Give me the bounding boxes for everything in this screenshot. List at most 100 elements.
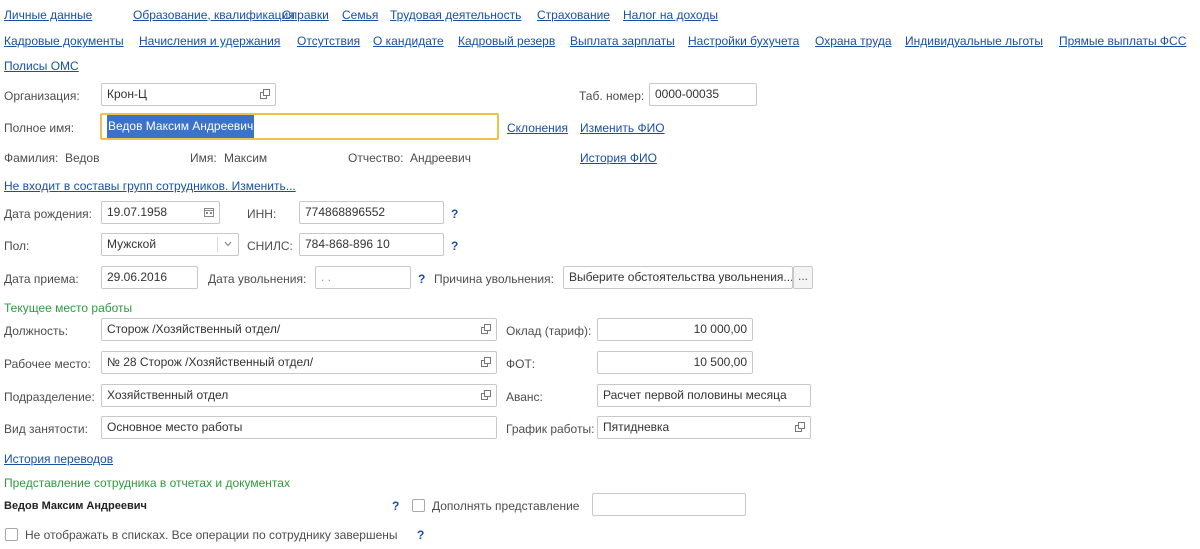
advance-field[interactable]: Расчет первой половины месяца	[597, 384, 811, 407]
dismiss-reason-value: Выберите обстоятельства увольнения...	[569, 270, 793, 284]
dismiss-reason-field[interactable]: Выберите обстоятельства увольнения...	[563, 266, 793, 289]
employment-type-value: Основное место работы	[107, 420, 243, 434]
birth-date-label: Дата рождения:	[4, 207, 92, 221]
calendar-icon[interactable]	[201, 203, 217, 222]
surname-label: Фамилия:	[4, 151, 59, 165]
hire-date-field[interactable]: 29.06.2016	[101, 266, 198, 289]
inn-help-icon[interactable]: ?	[451, 207, 458, 221]
open-form-icon[interactable]	[478, 353, 494, 372]
supplement-label: Дополнять представление	[432, 499, 580, 513]
salary-label: Оклад (тариф):	[506, 324, 592, 338]
nav-link-family[interactable]: Семья	[342, 8, 378, 22]
open-form-icon[interactable]	[478, 386, 494, 405]
fot-label: ФОТ:	[506, 357, 536, 371]
nav-link-absences[interactable]: Отсутствия	[297, 34, 360, 48]
schedule-value: Пятидневка	[603, 420, 670, 434]
department-label: Подразделение:	[4, 390, 95, 404]
hide-in-lists-label: Не отображать в списках. Все операции по…	[25, 528, 398, 542]
nav-link-reserve[interactable]: Кадровый резерв	[458, 34, 555, 48]
current-workplace-section-title: Текущее место работы	[4, 301, 133, 315]
employee-groups-link[interactable]: Не входит в составы групп сотрудников. И…	[4, 179, 296, 193]
nav-link-fss-payments[interactable]: Прямые выплаты ФСС	[1059, 34, 1186, 48]
position-value: Сторож /Хозяйственный отдел/	[107, 322, 281, 336]
tab-number-label: Таб. номер:	[579, 89, 645, 103]
organization-value: Крон-Ц	[107, 87, 147, 101]
tab-number-field[interactable]: 0000-00035	[649, 83, 757, 106]
fullname-label: Полное имя:	[4, 121, 75, 135]
fot-value: 10 500,00	[693, 355, 747, 369]
salary-field[interactable]: 10 000,00	[597, 318, 753, 341]
inn-field[interactable]: 774868896552	[299, 201, 444, 224]
department-field[interactable]: Хозяйственный отдел	[101, 384, 497, 407]
workplace-label: Рабочее место:	[4, 357, 91, 371]
tab-number-value: 0000-00035	[655, 87, 720, 101]
nav-link-labor-protection[interactable]: Охрана труда	[815, 34, 892, 48]
fullname-value: Ведов Максим Андреевич	[107, 115, 255, 138]
nav-link-oms-policies[interactable]: Полисы ОМС	[4, 59, 79, 73]
snils-help-icon[interactable]: ?	[451, 239, 458, 253]
workplace-field[interactable]: № 28 Сторож /Хозяйственный отдел/	[101, 351, 497, 374]
representation-name: Ведов Максим Андреевич	[4, 500, 147, 512]
dropdown-arrow-icon[interactable]	[220, 235, 236, 254]
inn-value: 774868896552	[305, 205, 386, 219]
snils-field[interactable]: 784-868-896 10	[299, 233, 444, 256]
declension-link[interactable]: Склонения	[507, 121, 568, 135]
dismiss-help-icon[interactable]: ?	[418, 272, 425, 286]
schedule-field[interactable]: Пятидневка	[597, 416, 811, 439]
hide-in-lists-checkbox[interactable]	[5, 528, 18, 541]
dismiss-reason-label: Причина увольнения:	[434, 272, 554, 286]
nav-link-salary-payment[interactable]: Выплата зарплаты	[570, 34, 675, 48]
organization-field[interactable]: Крон-Ц	[101, 83, 276, 106]
gender-select[interactable]: Мужской	[101, 233, 239, 256]
open-form-icon[interactable]	[792, 418, 808, 437]
fullname-input[interactable]: Ведов Максим Андреевич	[100, 113, 499, 140]
open-form-icon[interactable]	[257, 85, 273, 104]
supplement-field[interactable]	[592, 493, 746, 516]
gender-label: Пол:	[4, 239, 30, 253]
nav-link-employment[interactable]: Трудовая деятельность	[390, 8, 521, 22]
nav-link-income-tax[interactable]: Налог на доходы	[623, 8, 718, 22]
position-label: Должность:	[4, 324, 69, 338]
name-label: Имя:	[190, 151, 217, 165]
organization-label: Организация:	[4, 89, 80, 103]
nav-link-hr-documents[interactable]: Кадровые документы	[4, 34, 124, 48]
transfers-history-link[interactable]: История переводов	[4, 452, 113, 466]
snils-value: 784-868-896 10	[305, 237, 390, 251]
patronymic-label: Отчество:	[348, 151, 404, 165]
dismiss-date-value: . .	[321, 270, 332, 284]
hire-date-value: 29.06.2016	[107, 270, 168, 284]
employment-type-field[interactable]: Основное место работы	[101, 416, 497, 439]
nav-link-about-candidate[interactable]: О кандидате	[373, 34, 444, 48]
advance-label: Аванс:	[506, 390, 543, 404]
hire-date-label: Дата приема:	[4, 272, 79, 286]
representation-help-icon[interactable]: ?	[392, 499, 399, 513]
dismiss-date-label: Дата увольнения:	[208, 272, 307, 286]
representation-section-title: Представление сотрудника в отчетах и док…	[4, 476, 290, 490]
nav-link-certificates[interactable]: Справки	[282, 8, 329, 22]
change-fio-link[interactable]: Изменить ФИО	[580, 121, 665, 135]
birth-date-value: 19.07.1958	[107, 205, 168, 219]
fio-history-link[interactable]: История ФИО	[580, 151, 657, 165]
nav-link-benefits[interactable]: Индивидуальные льготы	[905, 34, 1043, 48]
dismiss-reason-select-button[interactable]: ...	[793, 266, 813, 289]
nav-link-personal[interactable]: Личные данные	[4, 8, 92, 22]
schedule-label: График работы:	[506, 422, 595, 436]
name-value: Максим	[224, 151, 268, 165]
employment-type-label: Вид занятости:	[4, 422, 88, 436]
advance-value: Расчет первой половины месяца	[603, 388, 787, 402]
nav-link-insurance[interactable]: Страхование	[537, 8, 610, 22]
supplement-checkbox[interactable]	[412, 499, 425, 512]
fot-field[interactable]: 10 500,00	[597, 351, 753, 374]
hide-help-icon[interactable]: ?	[417, 528, 424, 542]
snils-label: СНИЛС:	[247, 239, 293, 253]
nav-link-education[interactable]: Образование, квалификация	[133, 8, 295, 22]
open-form-icon[interactable]	[478, 320, 494, 339]
department-value: Хозяйственный отдел	[107, 388, 229, 402]
birth-date-field[interactable]: 19.07.1958	[101, 201, 220, 224]
patronymic-value: Андреевич	[410, 151, 471, 165]
position-field[interactable]: Сторож /Хозяйственный отдел/	[101, 318, 497, 341]
nav-link-accruals[interactable]: Начисления и удержания	[139, 34, 280, 48]
nav-link-accounting-settings[interactable]: Настройки бухучета	[688, 34, 799, 48]
dismiss-date-field[interactable]: . .	[315, 266, 411, 289]
workplace-value: № 28 Сторож /Хозяйственный отдел/	[107, 355, 314, 369]
